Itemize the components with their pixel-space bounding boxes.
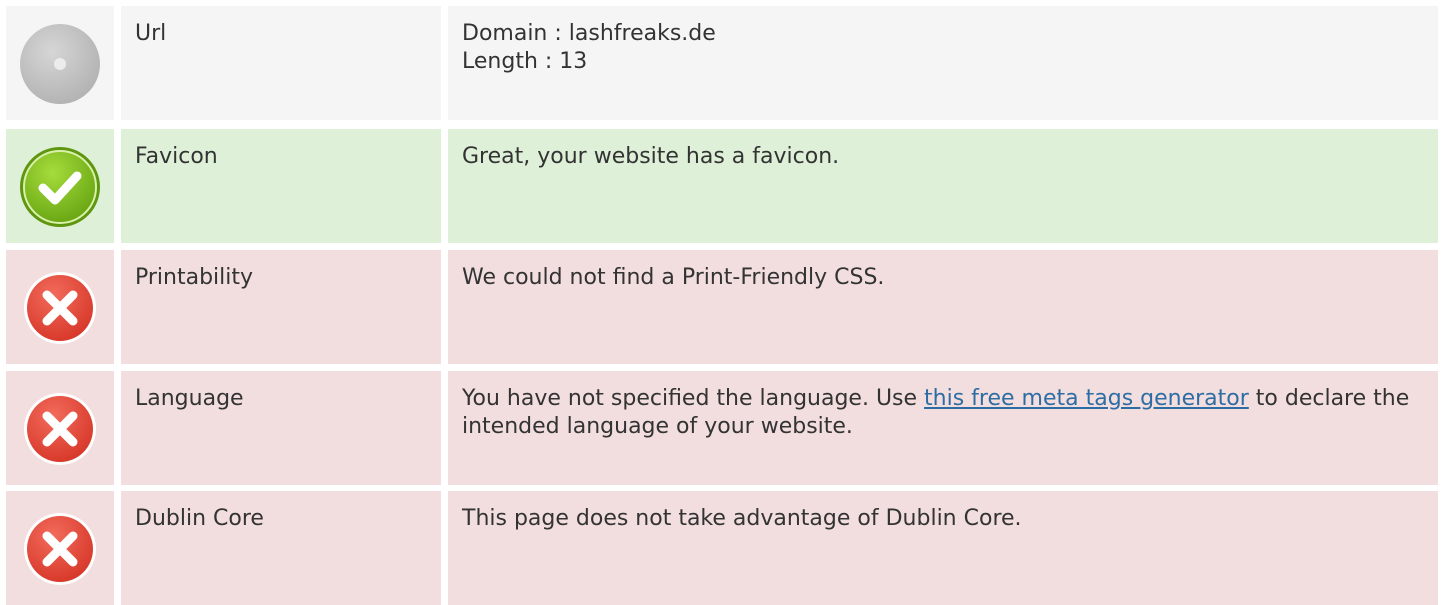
row-label: Dublin Core	[135, 506, 264, 531]
meta-tags-generator-link[interactable]: this free meta tags generator	[924, 386, 1249, 411]
seo-report-table: Url Domain : lashfreaks.de Length : 13 F…	[0, 0, 1442, 605]
error-x-icon	[19, 388, 101, 470]
status-cell	[6, 371, 114, 485]
row-label: Printability	[135, 265, 254, 290]
row-message: Great, your website has a favicon.	[462, 144, 840, 169]
label-cell: Favicon	[121, 129, 441, 243]
label-cell: Dublin Core	[121, 491, 441, 605]
table-row-printability: Printability We could not find a Print-F…	[0, 250, 1442, 364]
value-cell: We could not find a Print-Friendly CSS.	[448, 250, 1438, 364]
status-cell	[6, 491, 114, 605]
row-message: We could not find a Print-Friendly CSS.	[462, 265, 885, 290]
label-cell: Language	[121, 371, 441, 485]
label-cell: Printability	[121, 250, 441, 364]
check-circle-icon	[19, 146, 101, 228]
value-cell: Great, your website has a favicon.	[448, 129, 1438, 243]
domain-line: Domain : lashfreaks.de	[462, 21, 716, 46]
status-cell	[6, 129, 114, 243]
label-cell: Url	[121, 6, 441, 120]
table-row-dublin-core: Dublin Core This page does not take adva…	[0, 491, 1442, 605]
row-message: This page does not take advantage of Dub…	[462, 506, 1022, 531]
row-label: Language	[135, 386, 244, 411]
length-line: Length : 13	[462, 49, 588, 74]
message-before: You have not specified the language. Use	[462, 386, 925, 411]
row-label: Url	[135, 21, 167, 46]
info-circle-icon	[19, 23, 101, 105]
error-x-icon	[19, 267, 101, 349]
status-cell	[6, 6, 114, 120]
value-cell: You have not specified the language. Use…	[448, 371, 1438, 485]
table-row-favicon: Favicon Great, your website has a favico…	[0, 129, 1442, 243]
status-cell	[6, 250, 114, 364]
error-x-icon	[19, 508, 101, 590]
row-label: Favicon	[135, 144, 218, 169]
row-message: You have not specified the language. Use…	[462, 386, 1409, 439]
value-cell: This page does not take advantage of Dub…	[448, 491, 1438, 605]
value-cell: Domain : lashfreaks.de Length : 13	[448, 6, 1438, 120]
table-row-language: Language You have not specified the lang…	[0, 371, 1442, 485]
table-row-url: Url Domain : lashfreaks.de Length : 13	[0, 6, 1442, 120]
